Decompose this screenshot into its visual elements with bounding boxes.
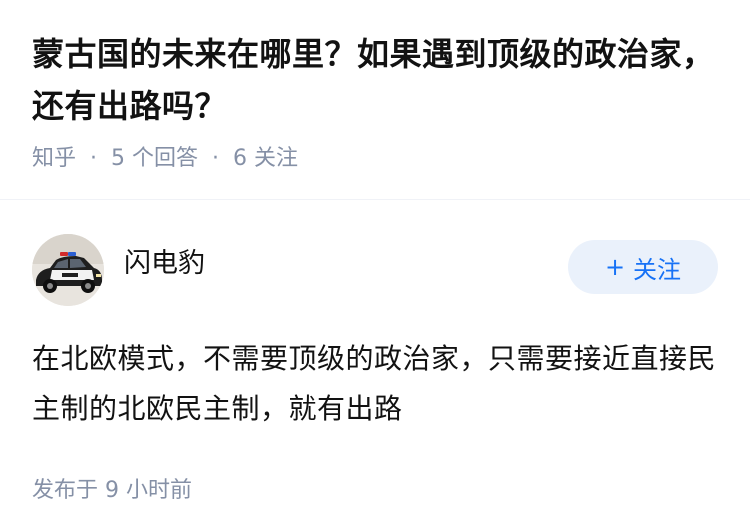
question-meta: 知乎 · 5 个回答 · 6 关注 [32, 144, 732, 174]
divider [0, 199, 750, 200]
answer-card: 闪电豹 + 关注 在北欧模式，不需要顶级的政治家，只需要接近直接民主制的北欧民主… [32, 234, 718, 504]
follow-label: 关注 [633, 255, 682, 284]
source-label[interactable]: 知乎 [32, 144, 76, 174]
meta-separator: · [212, 146, 220, 171]
question-header: 蒙古国的未来在哪里？如果遇到顶级的政治家，还有出路吗？ 知乎 · 5 个回答 ·… [32, 28, 732, 174]
follow-button[interactable]: + 关注 [568, 240, 718, 294]
author-name[interactable]: 闪电豹 [124, 241, 568, 280]
police-car-icon [32, 234, 104, 306]
page: 蒙古国的未来在哪里？如果遇到顶级的政治家，还有出路吗？ 知乎 · 5 个回答 ·… [0, 0, 750, 532]
avatar[interactable] [32, 234, 104, 306]
publish-time: 发布于 9 小时前 [32, 478, 192, 503]
answer-count[interactable]: 5 个回答 [111, 144, 198, 174]
plus-icon: + [604, 253, 626, 281]
follower-count[interactable]: 6 关注 [233, 144, 298, 174]
author-row: 闪电豹 + 关注 [32, 234, 718, 306]
answer-content[interactable]: 在北欧模式，不需要顶级的政治家，只需要接近直接民主制的北欧民主制，就有出路 [32, 334, 718, 434]
question-title[interactable]: 蒙古国的未来在哪里？如果遇到顶级的政治家，还有出路吗？ [32, 28, 732, 132]
meta-separator: · [90, 146, 98, 171]
